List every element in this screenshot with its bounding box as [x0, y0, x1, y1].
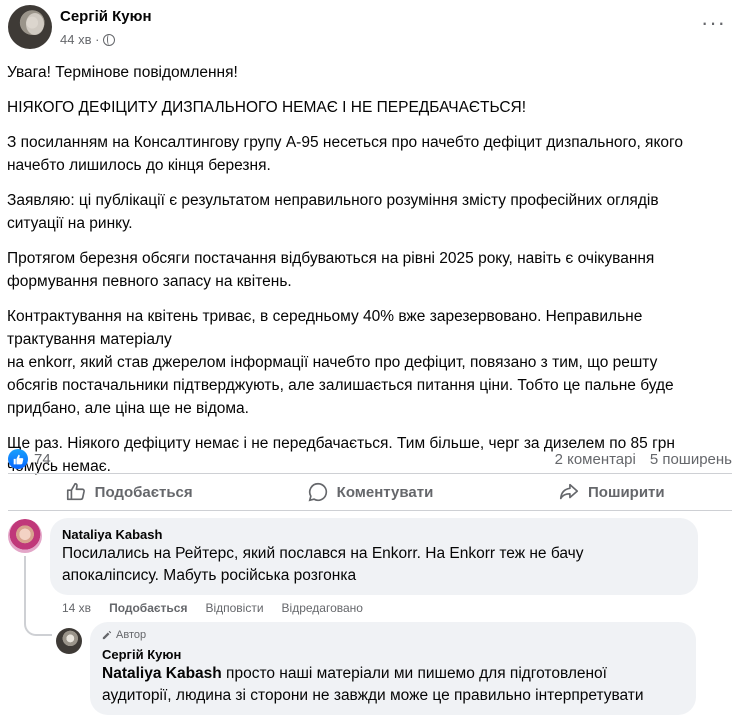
post-paragraph: Контрактування на квітень триває, в сере…: [7, 308, 674, 417]
like-button[interactable]: Подобається: [8, 474, 249, 510]
reactions-row: 74 2 коментарі 5 поширень: [8, 448, 732, 470]
post-meta: 44 хв ·: [60, 32, 116, 47]
author-tag: Автор: [102, 628, 684, 642]
reply-thread-line: [24, 556, 52, 636]
comment-time[interactable]: 14 хв: [62, 601, 91, 615]
more-options-icon[interactable]: ···: [701, 12, 726, 34]
reply-mention[interactable]: Nataliya Kabash: [102, 665, 222, 682]
pencil-icon: [102, 630, 112, 640]
comment-reply-button[interactable]: Відповісти: [205, 601, 263, 615]
comment-meta: 14 хв Подобається Відповісти Відредагова…: [62, 601, 363, 615]
post-header: Сергій Куюн 44 хв · ···: [8, 4, 732, 54]
share-button[interactable]: Поширити: [491, 474, 732, 510]
reactions-count[interactable]: 74: [34, 451, 51, 468]
reply-author[interactable]: Сергій Куюн: [102, 646, 684, 663]
comments-count[interactable]: 2 коментарі: [555, 451, 636, 468]
divider: [8, 510, 732, 511]
commenter-avatar[interactable]: [8, 519, 42, 553]
comment-text: Посилались на Рейтерс, який послався на …: [62, 545, 584, 584]
like-reaction-icon[interactable]: [8, 449, 28, 469]
comment-label: Коментувати: [336, 483, 434, 501]
author-avatar[interactable]: [8, 5, 52, 49]
comment-author[interactable]: Nataliya Kabash: [62, 526, 686, 543]
share-arrow-icon: [559, 483, 579, 500]
like-label: Подобається: [94, 483, 193, 501]
post-paragraph: НІЯКОГО ДЕФІЦИТУ ДИЗПАЛЬНОГО НЕМАЄ І НЕ …: [7, 99, 527, 116]
reply-text: Nataliya Kabash просто наші матеріали ми…: [102, 663, 684, 707]
reply-bubble: Автор Сергій Куюн Nataliya Kabash просто…: [90, 622, 696, 715]
comment-like-button[interactable]: Подобається: [109, 601, 187, 615]
post-paragraph: Увага! Термінове повідомлення!: [7, 64, 238, 81]
author-tag-label: Автор: [116, 629, 147, 641]
action-bar: Подобається Коментувати Поширити: [8, 474, 732, 510]
post-paragraph: З посиланням на Консалтингову групу А-95…: [7, 134, 683, 174]
post-body: Увага! Термінове повідомлення! НІЯКОГО Д…: [7, 61, 733, 490]
comment-bubble: Nataliya Kabash Посилались на Рейтерс, я…: [50, 518, 698, 595]
author-name[interactable]: Сергій Куюн: [60, 8, 152, 25]
reply-author-avatar[interactable]: [56, 628, 82, 654]
post-paragraph: Протягом березня обсяги постачання відбу…: [7, 250, 655, 290]
comment-bubble-icon: [308, 482, 327, 502]
post-paragraph: Заявляю: ці публікації є результатом неп…: [7, 192, 659, 232]
thumbs-up-icon: [66, 482, 85, 501]
globe-icon: [103, 33, 116, 46]
post-time[interactable]: 44 хв ·: [60, 32, 99, 47]
shares-count[interactable]: 5 поширень: [650, 451, 732, 468]
comment-button[interactable]: Коментувати: [249, 474, 490, 510]
share-label: Поширити: [588, 483, 665, 501]
comment-edited-label: Відредаговано: [281, 601, 363, 615]
